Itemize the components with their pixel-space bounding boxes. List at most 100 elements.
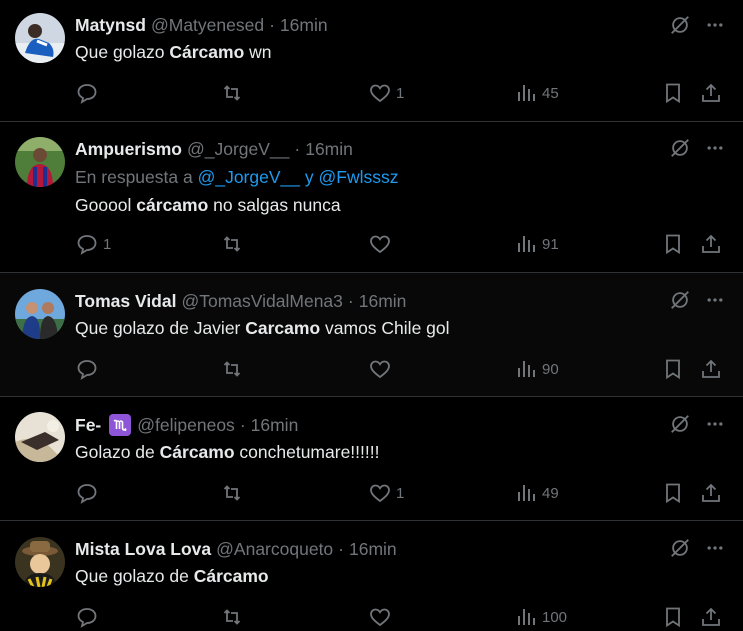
more-options-icon[interactable] [705,414,725,434]
like-count: 1 [396,84,405,102]
highlighted-keyword: Carcamo [245,318,321,338]
mention-link[interactable]: @Fwlsssz [318,167,398,187]
tweet-text: Gooool cárcamo no salgas nunca [75,195,341,216]
replying-join: y [300,167,319,187]
repost-button[interactable] [220,357,244,381]
tweet-text-segment: wn [244,42,272,62]
tweet[interactable]: Matynsd @Matyenesed · 16min Que golazo C… [0,0,743,122]
reply-icon [75,357,99,381]
grok-icon[interactable] [669,289,691,311]
views-button[interactable]: 91 [514,232,559,256]
more-options-icon[interactable] [705,138,725,158]
reply-icon [75,605,99,629]
tweet[interactable]: Tomas Vidal @TomasVidalMena3 · 16min Que… [0,273,743,397]
share-icon [699,481,723,505]
more-options-icon[interactable] [705,538,725,558]
bookmark-button[interactable] [661,232,685,256]
timestamp[interactable]: 16min [280,15,328,36]
bookmark-icon [661,81,685,105]
like-button[interactable] [368,357,396,381]
separator-dot: · [294,138,301,159]
share-button[interactable] [699,81,723,105]
like-button[interactable] [368,605,396,629]
views-button[interactable]: 90 [514,357,559,381]
grok-icon[interactable] [669,14,691,36]
author-handle[interactable]: @_JorgeV__ [187,139,289,160]
heart-icon [368,232,392,256]
reply-button[interactable] [75,357,103,381]
reply-button[interactable]: 1 [75,232,111,256]
highlighted-keyword: Cárcamo [159,442,235,462]
timestamp[interactable]: 16min [359,291,407,312]
reply-icon [75,232,99,256]
timestamp[interactable]: 16min [305,139,353,160]
highlighted-keyword: Cárcamo [193,566,269,586]
share-button[interactable] [699,605,723,629]
share-icon [699,81,723,105]
author-handle[interactable]: @Matyenesed [151,15,264,36]
reply-button[interactable] [75,481,103,505]
tweet[interactable]: Ampuerismo @_JorgeV__ · 16min En respues… [0,122,743,273]
reply-button[interactable] [75,605,103,629]
views-icon [514,481,538,505]
author-name[interactable]: Ampuerismo [75,139,182,160]
tweet-text-segment: Que golazo de [75,566,194,586]
repost-button[interactable] [220,81,244,105]
heart-icon [368,481,392,505]
more-options-icon[interactable] [705,15,725,35]
share-button[interactable] [699,357,723,381]
avatar[interactable] [15,412,65,462]
author-handle[interactable]: @felipeneos [137,415,235,436]
like-button[interactable]: 1 [368,81,404,105]
bookmark-button[interactable] [661,481,685,505]
avatar[interactable] [15,13,65,63]
timestamp[interactable]: 16min [349,539,397,560]
author-name[interactable]: Tomas Vidal [75,291,176,312]
bookmark-button[interactable] [661,605,685,629]
more-options-icon[interactable] [705,290,725,310]
share-icon [699,357,723,381]
repost-button[interactable] [220,232,244,256]
like-button[interactable]: 1 [368,481,404,505]
share-icon [699,232,723,256]
avatar[interactable] [15,137,65,187]
author-name[interactable]: Mista Lova Lova [75,539,211,560]
mention-link[interactable]: @_JorgeV__ [198,167,300,187]
avatar[interactable] [15,537,65,587]
author-name[interactable]: Matynsd [75,15,146,36]
tweet-text-segment: vamos Chile gol [320,318,450,338]
bookmark-button[interactable] [661,81,685,105]
author-name[interactable]: Fe- [75,415,101,436]
tweet-text-segment: no salgas nunca [208,195,341,215]
author-handle[interactable]: @TomasVidalMena3 [181,291,342,312]
like-button[interactable] [368,232,396,256]
view-count: 91 [542,235,559,253]
grok-icon[interactable] [669,537,691,559]
repost-button[interactable] [220,481,244,505]
grok-icon[interactable] [669,137,691,159]
tweet[interactable]: Mista Lova Lova @Anarcoqueto · 16min Que… [0,521,743,631]
views-button[interactable]: 49 [514,481,559,505]
grok-icon[interactable] [669,413,691,435]
avatar[interactable] [15,289,65,339]
share-button[interactable] [699,232,723,256]
author-handle[interactable]: @Anarcoqueto [216,539,333,560]
replying-to: En respuesta a @_JorgeV__ y @Fwlsssz [75,167,398,188]
repost-icon [220,81,244,105]
views-button[interactable]: 45 [514,81,559,105]
reply-button[interactable] [75,81,103,105]
share-button[interactable] [699,481,723,505]
repost-icon [220,481,244,505]
tweet[interactable]: Fe- @felipeneos · 16min Golazo de Cárcam… [0,397,743,521]
repost-button[interactable] [220,605,244,629]
views-button[interactable]: 100 [514,605,567,629]
bookmark-button[interactable] [661,357,685,381]
tweet-text: Que golazo de Javier Carcamo vamos Chile… [75,318,450,339]
timestamp[interactable]: 16min [251,415,299,436]
view-count: 90 [542,360,559,378]
reply-icon [75,81,99,105]
separator-dot: · [347,290,354,311]
views-icon [514,232,538,256]
views-icon [514,81,538,105]
scorpio-icon [109,414,132,436]
